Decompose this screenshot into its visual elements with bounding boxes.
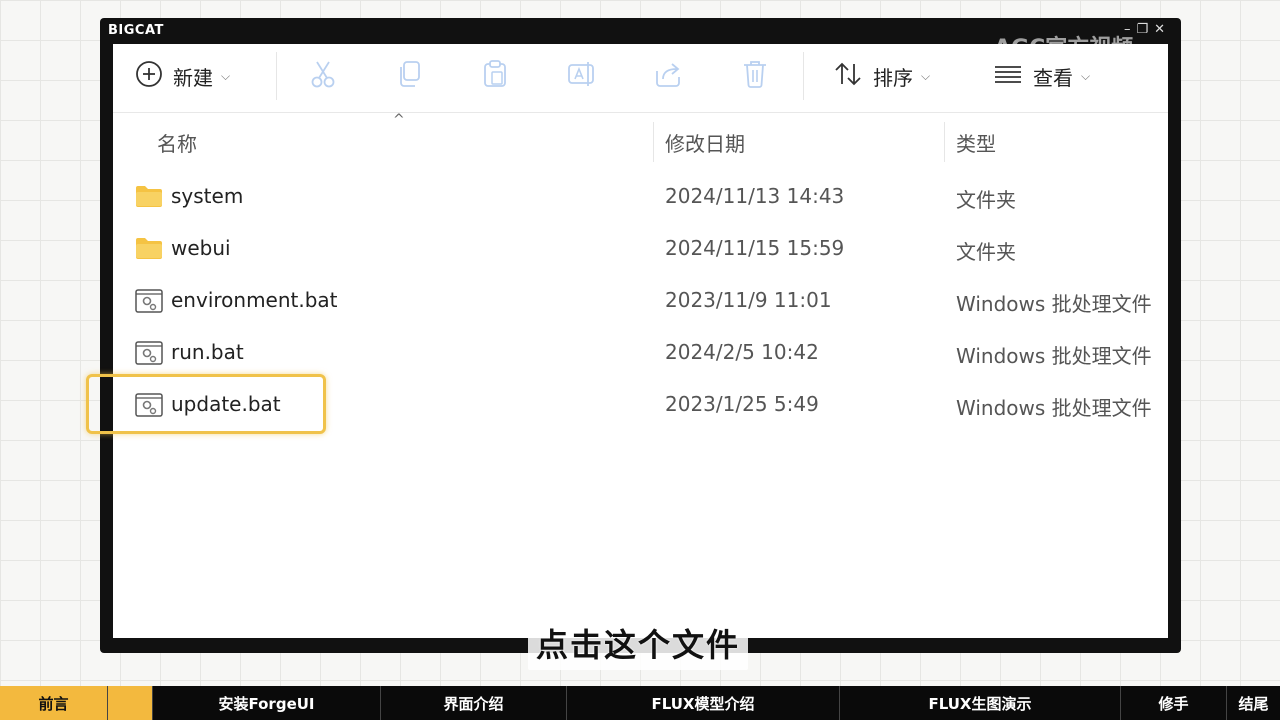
chapter-item[interactable]: 修手 <box>1121 686 1227 720</box>
file-type: 文件夹 <box>956 188 1016 212</box>
file-name: environment.bat <box>171 288 338 312</box>
file-name: system <box>171 184 244 208</box>
chapter-item[interactable]: 安装ForgeUI <box>153 686 381 720</box>
chapter-bar: 前言 安装ForgeUI 界面介绍 FLUX模型介绍 FLUX生图演示 修手 结… <box>0 686 1280 720</box>
column-divider[interactable] <box>653 122 654 162</box>
share-button[interactable] <box>653 58 683 94</box>
batch-file-icon <box>135 288 163 319</box>
toolbar-divider <box>276 52 277 100</box>
batch-file-icon <box>135 340 163 371</box>
file-date: 2023/11/9 11:01 <box>665 288 832 312</box>
sort-arrows-icon <box>833 60 863 93</box>
file-name: run.bat <box>171 340 244 364</box>
column-type-header[interactable]: 类型 <box>956 128 996 157</box>
file-date: 2024/11/15 15:59 <box>665 236 845 260</box>
watermark: AGC官方视频 <box>994 36 1134 61</box>
restore-icon[interactable]: ❐ <box>1136 22 1154 37</box>
table-row[interactable]: environment.bat 2023/11/9 11:01 Windows … <box>113 276 1168 328</box>
file-type: Windows 批处理文件 <box>956 292 1152 316</box>
frame-title: BIGCAT <box>108 23 164 38</box>
chapter-item[interactable] <box>108 686 153 720</box>
paste-button[interactable] <box>481 58 509 94</box>
view-label: 查看 <box>1033 65 1073 90</box>
sort-label: 排序 <box>873 65 913 90</box>
table-row[interactable]: system 2024/11/13 14:43 文件夹 <box>113 172 1168 224</box>
view-button[interactable]: 查看 ⌵ <box>993 58 1090 94</box>
file-date: 2024/2/5 10:42 <box>665 340 819 364</box>
column-header: ^ 名称 修改日期 类型 <box>113 112 1168 172</box>
file-date: 2023/1/25 5:49 <box>665 392 819 416</box>
chapter-item[interactable]: 结尾 <box>1227 686 1280 720</box>
close-icon[interactable]: ✕ <box>1154 22 1171 37</box>
sort-caret-up-icon: ^ <box>393 112 405 128</box>
highlight-box <box>86 374 326 434</box>
column-divider[interactable] <box>944 122 945 162</box>
clipboard-icon <box>481 59 509 94</box>
toolbar-divider <box>803 52 804 100</box>
chapter-item[interactable]: FLUX模型介绍 <box>567 686 840 720</box>
chapter-item[interactable]: 界面介绍 <box>381 686 567 720</box>
column-date-header[interactable]: 修改日期 <box>665 128 745 157</box>
scissors-icon <box>309 59 337 94</box>
delete-button[interactable] <box>741 58 769 94</box>
file-type: Windows 批处理文件 <box>956 344 1152 368</box>
chevron-down-icon: ⌵ <box>1081 68 1091 83</box>
folder-icon <box>135 236 163 265</box>
sort-button[interactable]: 排序 ⌵ <box>833 58 930 94</box>
file-type: 文件夹 <box>956 240 1016 264</box>
copy-button[interactable] <box>395 58 423 94</box>
file-date: 2024/11/13 14:43 <box>665 184 845 208</box>
subtitle-caption: 点击这个文件 <box>528 616 749 670</box>
rename-icon <box>567 59 597 94</box>
new-label: 新建 <box>173 65 213 90</box>
file-explorer-window: 新建 ⌵ 排序 ⌵ 查看 ⌵ ^ 名称 修改日期 类型 system 2024/… <box>113 44 1168 638</box>
file-type: Windows 批处理文件 <box>956 396 1152 420</box>
share-icon <box>653 59 683 94</box>
view-list-icon <box>993 60 1023 93</box>
column-name-header[interactable]: 名称 <box>157 128 197 157</box>
table-row[interactable]: webui 2024/11/15 15:59 文件夹 <box>113 224 1168 276</box>
trash-icon <box>741 59 769 94</box>
chapter-item[interactable]: FLUX生图演示 <box>840 686 1121 720</box>
chevron-down-icon: ⌵ <box>921 68 931 83</box>
folder-icon <box>135 184 163 213</box>
table-row[interactable]: run.bat 2024/2/5 10:42 Windows 批处理文件 <box>113 328 1168 380</box>
chevron-down-icon: ⌵ <box>221 68 231 83</box>
chapter-item[interactable]: 前言 <box>0 686 108 720</box>
new-button[interactable]: 新建 ⌵ <box>135 58 230 94</box>
file-name: webui <box>171 236 231 260</box>
copy-icon <box>395 59 423 94</box>
rename-button[interactable] <box>567 58 597 94</box>
cut-button[interactable] <box>309 58 337 94</box>
plus-circle-icon <box>135 60 163 93</box>
